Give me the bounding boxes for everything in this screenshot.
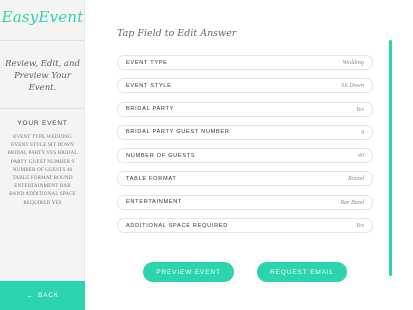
arrow-left-icon: ← — [26, 291, 35, 300]
your-event-heading: YOUR EVENT — [17, 120, 68, 127]
back-button[interactable]: ← BACK — [0, 281, 85, 310]
field-bridal-party-guest-number[interactable]: BRIDAL PARTY GUEST NUMBER 9 — [117, 124, 373, 140]
sidebar-divider — [0, 40, 85, 41]
sidebar-divider — [0, 108, 85, 109]
field-value: Round — [347, 175, 364, 183]
field-label: ENTERTAINMENT — [126, 199, 183, 206]
field-value: Sit Down — [341, 82, 364, 90]
field-label: BRIDAL PARTY — [126, 106, 175, 113]
field-bridal-party[interactable]: BRIDAL PARTY Yes — [117, 101, 373, 117]
field-label: EVENT TYPE — [126, 59, 168, 66]
field-value: Yes — [355, 105, 364, 113]
field-value: Bar Band — [340, 198, 364, 206]
page-heading: Tap Field to Edit Answer — [117, 28, 237, 39]
field-table-format[interactable]: TABLE FORMAT Round — [117, 171, 373, 187]
field-value: Wedding — [342, 59, 364, 66]
field-value: Yes — [355, 222, 364, 230]
field-value: 9 — [360, 128, 364, 136]
back-button-label: BACK — [37, 292, 59, 299]
field-number-of-guests[interactable]: NUMBER OF GUESTS 40 — [117, 148, 373, 164]
field-label: ADDITIONAL SPACE REQUIRED — [126, 222, 229, 229]
field-event-style[interactable]: EVENT STYLE Sit Down — [117, 78, 373, 94]
field-label: NUMBER OF GUESTS — [126, 152, 196, 159]
request-email-button[interactable]: REQUEST EMAIL — [257, 262, 347, 282]
field-label: EVENT STYLE — [126, 82, 172, 89]
field-value: 40 — [357, 152, 364, 160]
app-logo: EasyEvent — [1, 8, 84, 26]
event-summary: EVENT TYPE WEDDING EVENT STYLE SIT DOWN … — [7, 134, 78, 206]
field-entertainment[interactable]: ENTERTAINMENT Bar Band — [117, 194, 373, 210]
field-label: TABLE FORMAT — [126, 175, 177, 182]
field-label: BRIDAL PARTY GUEST NUMBER — [126, 129, 230, 136]
preview-event-button[interactable]: PREVIEW EVENT — [143, 262, 234, 282]
answer-fields: EVENT TYPE Wedding EVENT STYLE Sit Down … — [117, 55, 373, 241]
scrollbar[interactable] — [389, 40, 392, 276]
field-event-type[interactable]: EVENT TYPE Wedding — [117, 55, 373, 70]
sidebar: EasyEvent Review, Edit, and Preview Your… — [0, 0, 85, 310]
field-additional-space-required[interactable]: ADDITIONAL SPACE REQUIRED Yes — [117, 218, 373, 234]
sidebar-tagline: Review, Edit, and Preview Your Event. — [5, 59, 80, 93]
